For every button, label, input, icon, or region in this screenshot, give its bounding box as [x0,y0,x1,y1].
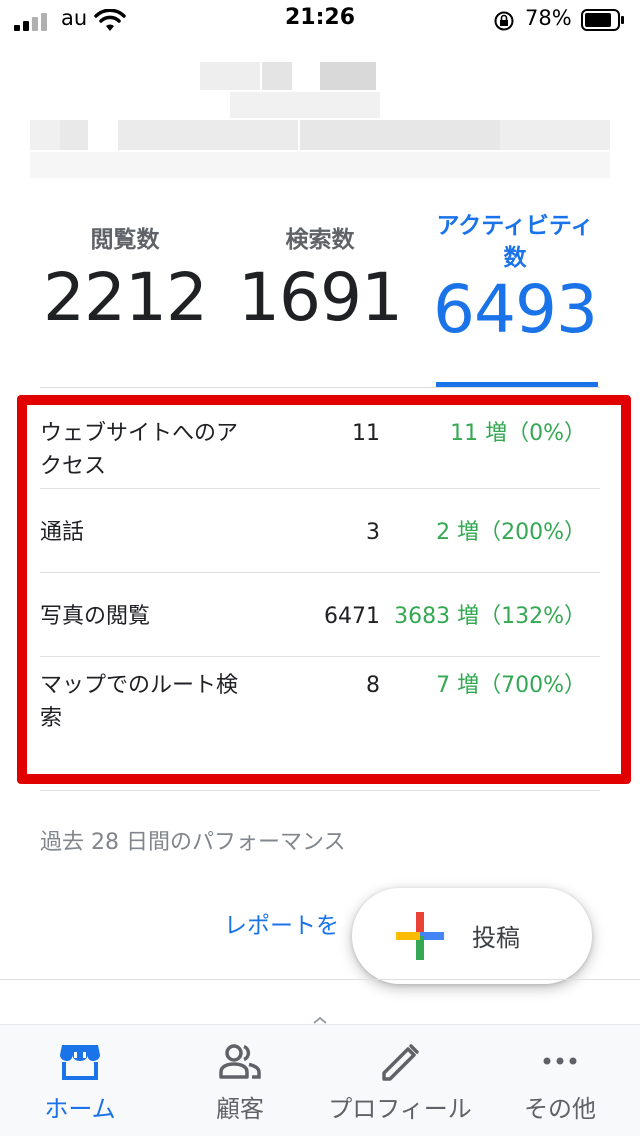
tab-views-value: 2212 [43,259,208,336]
fab-label: 投稿 [472,924,520,952]
tab-activity[interactable]: アクティビティ数 6493 [425,210,605,350]
nav-label: ホーム [44,1095,116,1123]
period-caption: 過去 28 日間のパフォーマンス [40,830,346,855]
more-horizontal-icon [543,1057,577,1065]
rotation-lock-icon [494,11,514,31]
redacted-business-info [0,60,640,190]
nav-label: その他 [524,1095,596,1123]
nav-label: プロフィール [328,1095,472,1123]
tab-searches-label: 検索数 [285,227,355,253]
tab-activity-value: 6493 [433,271,598,348]
highlight-annotation-box [17,395,631,784]
battery-percentage: 78% [525,6,572,30]
divider [0,979,640,980]
nav-item-customers[interactable]: 顧客 [160,1025,320,1136]
tab-views-label: 閲覧数 [90,227,160,253]
tab-searches-value: 1691 [238,259,403,336]
storefront-icon [60,1045,100,1080]
nav-item-profile[interactable]: プロフィール [318,1025,482,1136]
divider [40,790,600,791]
people-icon [219,1044,261,1079]
nav-item-more[interactable]: その他 [480,1025,640,1136]
nav-item-home[interactable]: ホーム [0,1025,160,1136]
status-bar: au 21:26 78% [0,0,640,42]
post-fab-button[interactable]: 投稿 [352,888,592,984]
chevron-up-icon[interactable] [312,1016,328,1024]
bottom-navigation: ホーム 顧客 プロフィール その他 [0,1024,640,1136]
nav-label: 顧客 [216,1095,264,1123]
report-link[interactable]: レポートを [224,906,339,940]
tab-views[interactable]: 閲覧数 2212 [35,210,215,338]
tab-activity-label: アクティビティ数 [436,213,594,271]
pencil-icon [382,1044,419,1081]
battery-icon [581,9,624,31]
divider [40,387,600,388]
tab-searches[interactable]: 検索数 1691 [230,210,410,338]
plus-icon [396,912,444,960]
